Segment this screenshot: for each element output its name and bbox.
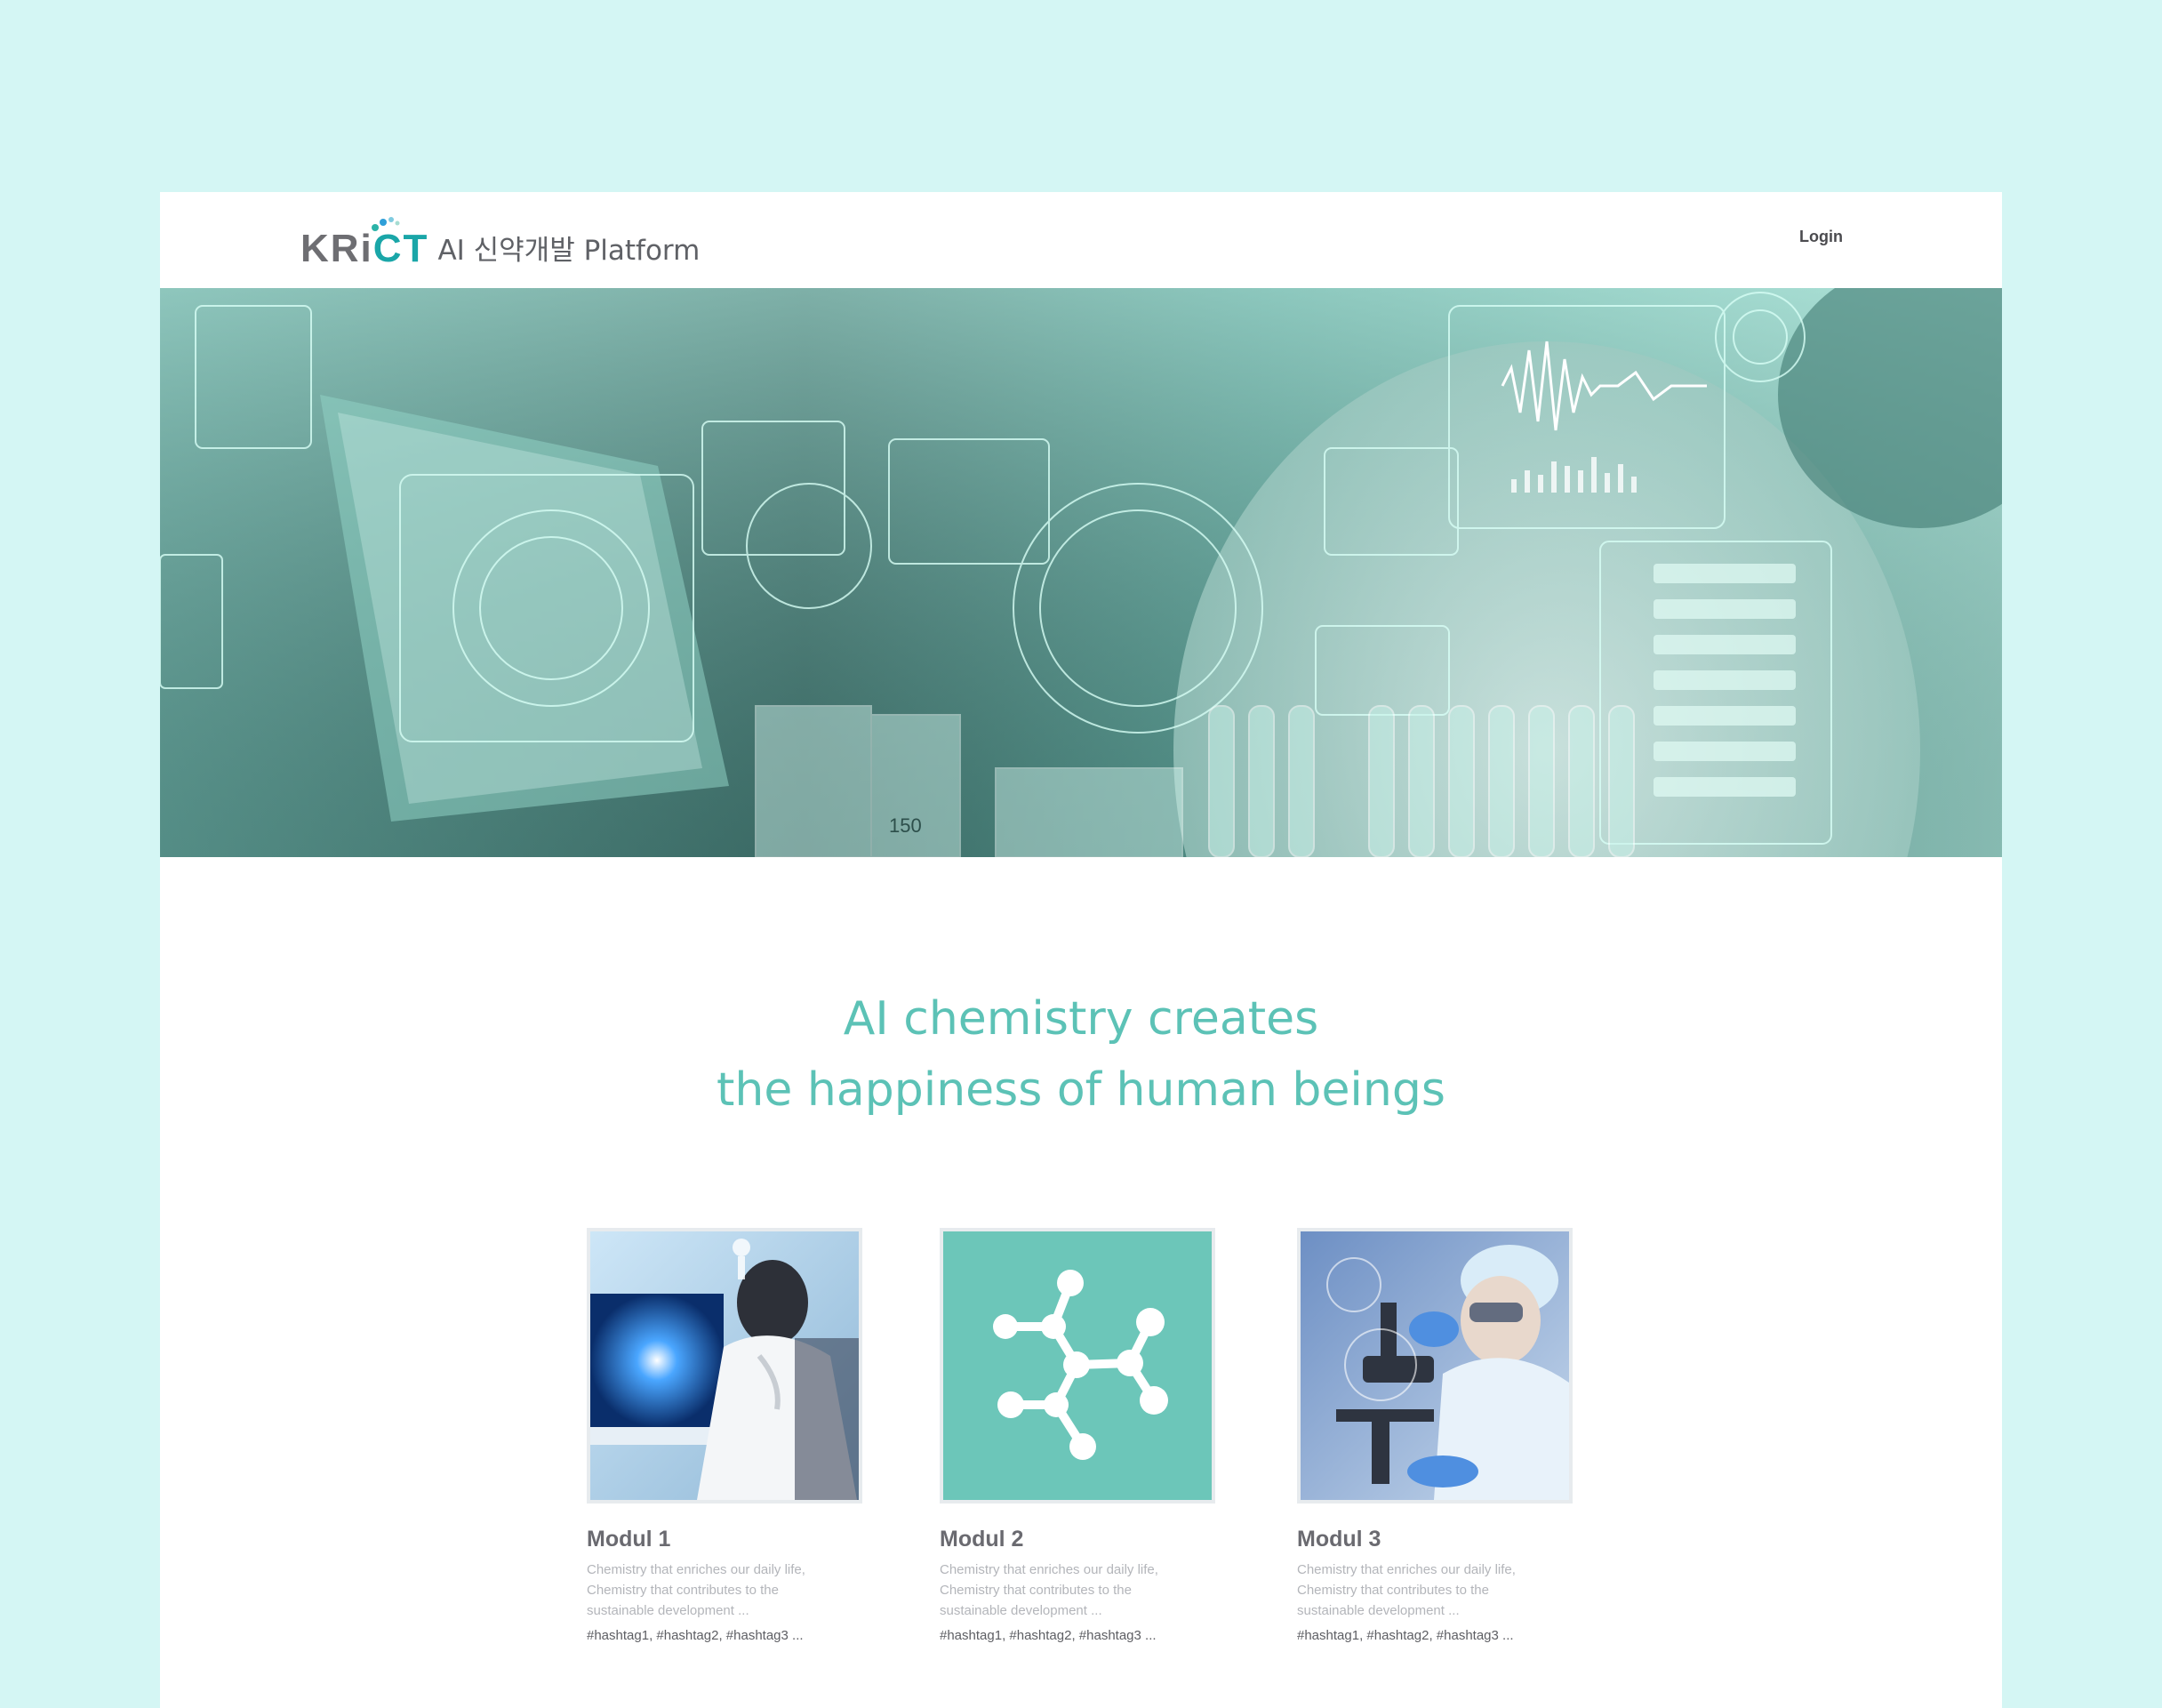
module-card-hashtags[interactable]: #hashtag1, #hashtag2, #hashtag3 ... [1297,1628,1573,1643]
logo-letters-ct: CT [372,227,429,270]
module-card-image[interactable] [587,1228,862,1504]
beaker-label: 150 [889,814,922,837]
module-card-hashtags[interactable]: #hashtag1, #hashtag2, #hashtag3 ... [587,1628,862,1643]
module-card-image[interactable] [940,1228,1215,1504]
logo-letters-kri: KRi [300,227,373,270]
login-link[interactable]: Login [1799,228,1843,246]
tagline-line-1: AI chemistry creates [843,992,1319,1046]
tagline: AI chemistry creates the happiness of hu… [160,983,2002,1126]
site-header: KRiCT AI 신약개발 Platform Login [160,192,2002,288]
module-card-2[interactable]: Modul 2 Chemistry that enriches our dail… [940,1228,1215,1643]
hero-banner: 150 [160,288,2002,857]
module-card-hashtags[interactable]: #hashtag1, #hashtag2, #hashtag3 ... [940,1628,1215,1643]
scientist-computer-image [590,1231,859,1500]
logo-wordmark: KRiCT [300,215,428,269]
molecule-icon [943,1231,1212,1500]
module-card-title[interactable]: Modul 1 [587,1527,862,1552]
module-card-description: Chemistry that enriches our daily life, … [1297,1562,1516,1618]
tagline-line-2: the happiness of human beings [717,1063,1445,1117]
module-card-description: Chemistry that enriches our daily life, … [587,1562,805,1618]
module-card-image[interactable] [1297,1228,1573,1504]
module-card-description: Chemistry that enriches our daily life, … [940,1562,1158,1618]
module-card-title[interactable]: Modul 2 [940,1527,1215,1552]
page-frame: KRiCT AI 신약개발 Platform Login 150 AI chem… [160,192,2002,1708]
lab-scientist-hologram-image: 150 [160,288,2002,857]
logo-dots-icon [372,217,400,231]
module-card-3[interactable]: Modul 3 Chemistry that enriches our dail… [1297,1228,1573,1643]
logo-subtitle: AI 신약개발 Platform [437,235,701,267]
krict-logo[interactable]: KRiCT AI 신약개발 Platform [300,215,700,269]
module-card-1[interactable]: Modul 1 Chemistry that enriches our dail… [587,1228,862,1643]
scientist-microscope-image [1301,1231,1569,1500]
module-card-title[interactable]: Modul 3 [1297,1527,1573,1552]
